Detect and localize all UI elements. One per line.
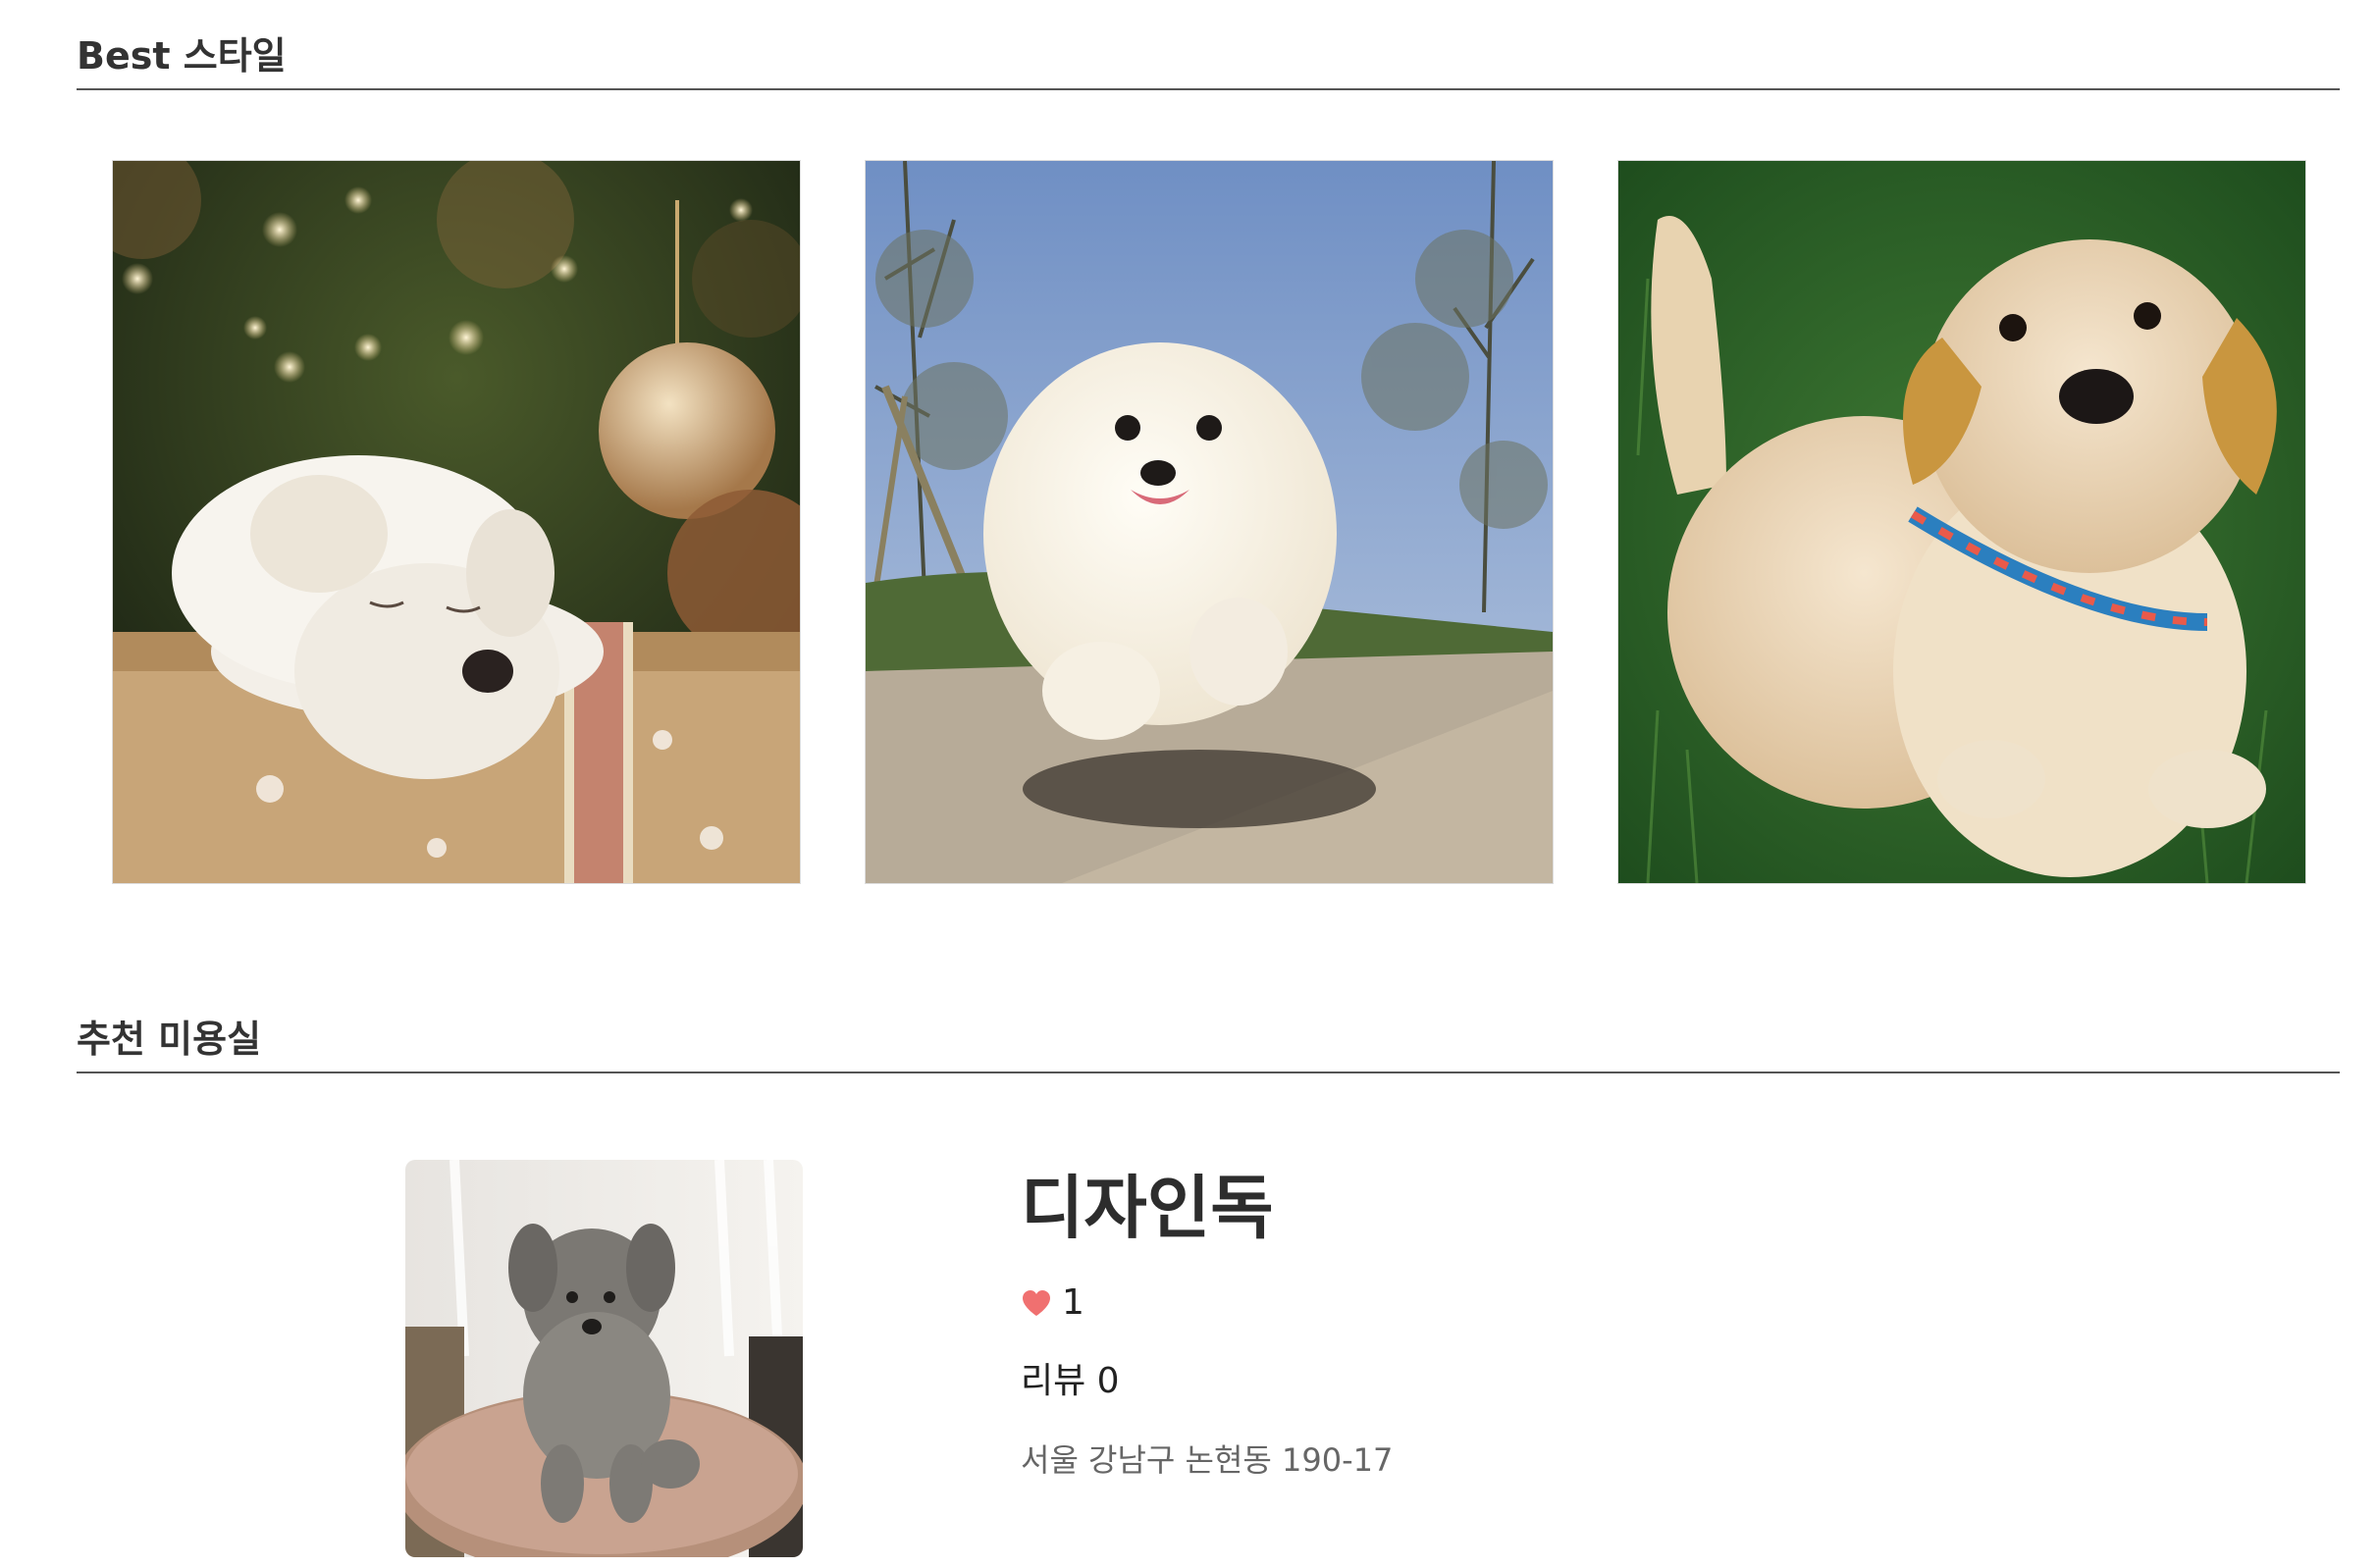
recommended-salon-header: 추천 미용실 xyxy=(77,1020,2340,1073)
best-style-gallery xyxy=(0,160,2378,884)
best-style-photo-1[interactable] xyxy=(112,160,801,884)
salon-info: 디자인독 1 리뷰 0 서울 강남구 논현동 190-17 xyxy=(1021,1174,1393,1476)
poodle-image xyxy=(405,1160,803,1557)
best-style-header: Best 스타일 xyxy=(77,37,2340,90)
salon-name[interactable]: 디자인독 xyxy=(1021,1174,1393,1242)
salon-likes: 1 xyxy=(1021,1285,1393,1321)
likes-count: 1 xyxy=(1062,1282,1084,1323)
pomeranian-jumping-image xyxy=(866,161,1553,883)
puppy-gift-image xyxy=(113,161,800,883)
salon-photo[interactable] xyxy=(405,1160,803,1557)
best-style-title: Best 스타일 xyxy=(77,34,287,78)
heart-icon[interactable] xyxy=(1021,1288,1052,1318)
best-style-photo-2[interactable] xyxy=(865,160,1554,884)
recommended-salon-title: 추천 미용실 xyxy=(77,1018,262,1061)
best-style-photo-3[interactable] xyxy=(1617,160,2306,884)
golden-retriever-puppy-image xyxy=(1618,161,2305,883)
salon-address: 서울 강남구 논현동 190-17 xyxy=(1021,1441,1394,1479)
salon-reviews: 리뷰 0 xyxy=(1021,1361,1120,1401)
